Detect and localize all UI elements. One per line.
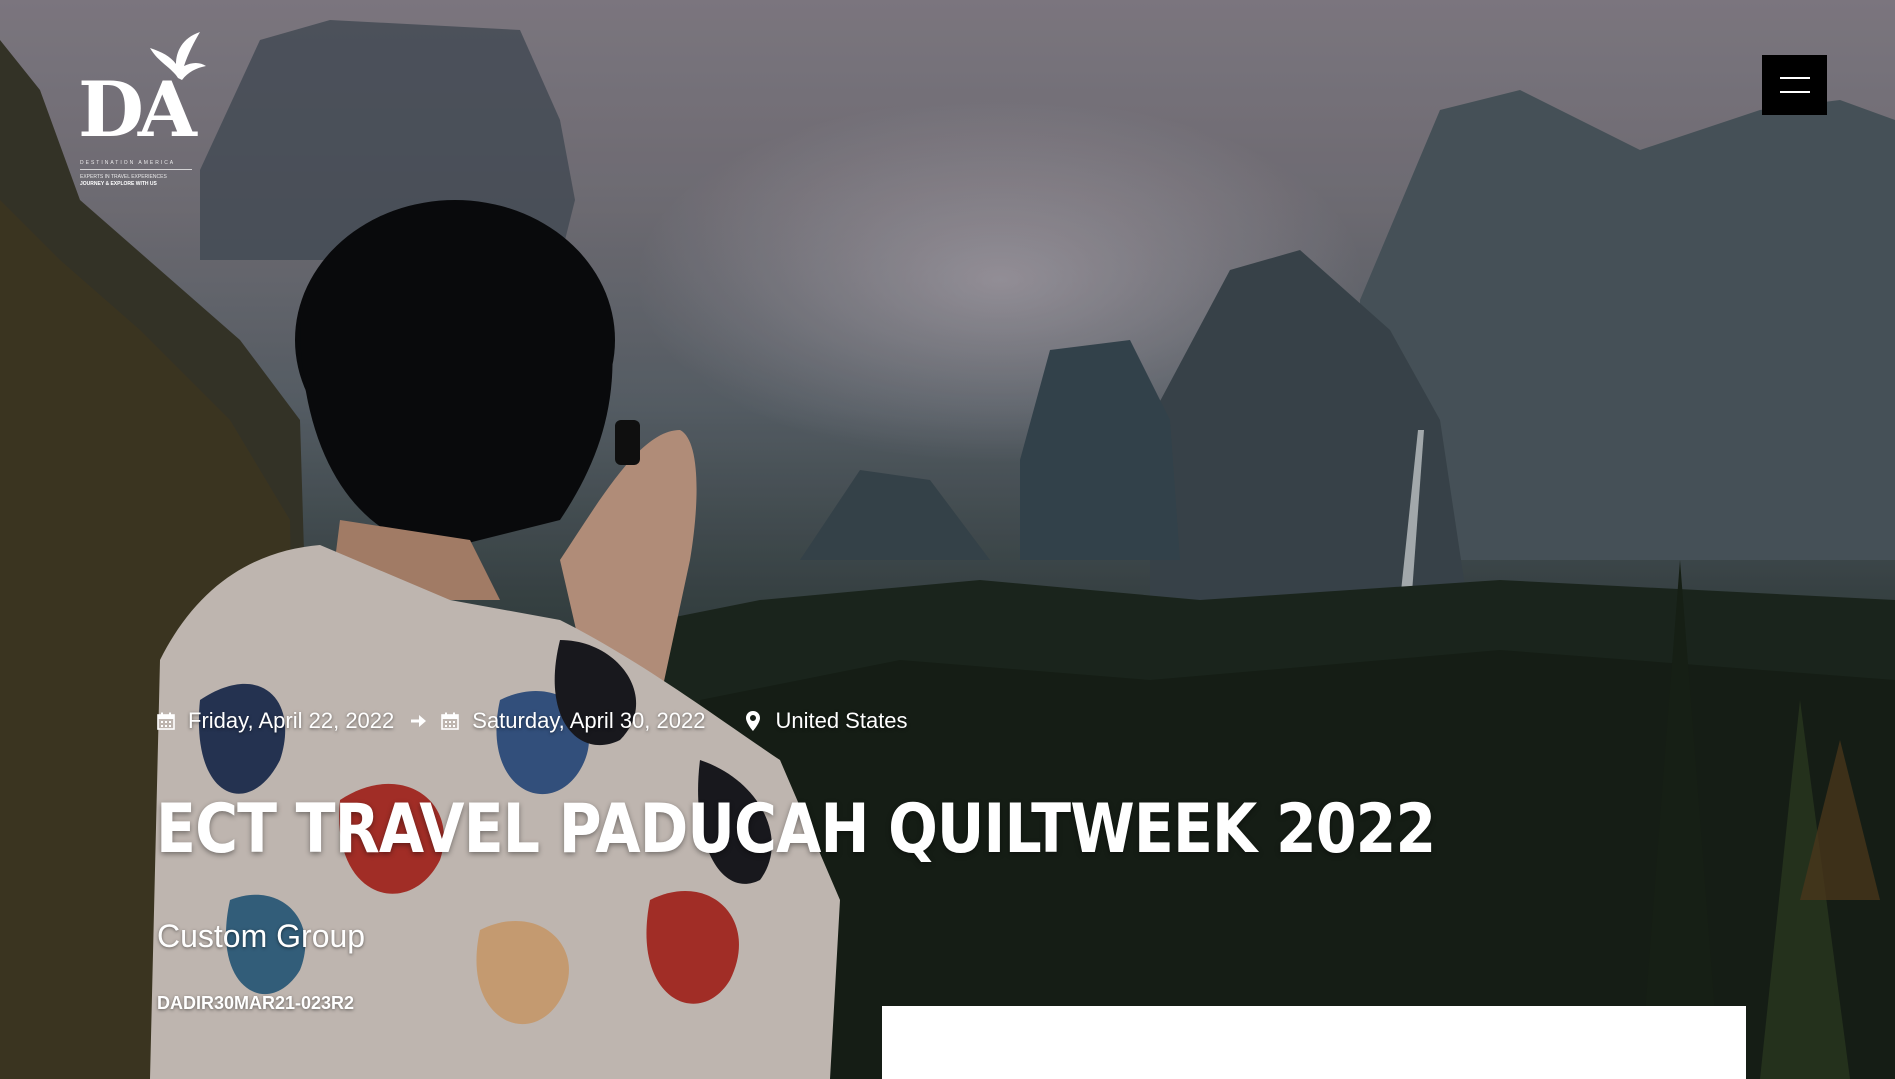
menu-button[interactable] [1762, 55, 1827, 115]
logo-tagline: EXPERTS IN TRAVEL EXPERIENCES [80, 174, 167, 180]
logo-slogan: JOURNEY & EXPLORE WITH US [80, 181, 157, 187]
hamburger-menu-icon [1780, 77, 1810, 79]
calendar-icon [440, 710, 460, 732]
arrow-right-icon [408, 710, 428, 732]
logo-mark: DA [78, 65, 197, 154]
hero-banner: DA DESTINATION AMERICA EXPERTS IN TRAVEL… [0, 0, 1895, 1079]
page-title: ECT TRAVEL PADUCAH QUILTWEEK 2022 [156, 790, 1436, 869]
booking-card [882, 1006, 1746, 1079]
trip-meta: Friday, April 22, 2022 Saturday, April 3… [156, 708, 908, 734]
map-marker-icon [743, 710, 763, 732]
start-date: Friday, April 22, 2022 [188, 708, 395, 733]
site-logo[interactable]: DA DESTINATION AMERICA EXPERTS IN TRAVEL… [78, 28, 210, 187]
calendar-icon [156, 710, 176, 732]
trip-type: Custom Group [157, 918, 366, 954]
hamburger-menu-icon-line [1780, 91, 1810, 93]
location: United States [775, 708, 908, 733]
trip-code: DADIR30MAR21-023R2 [157, 993, 355, 1013]
logo-divider [80, 169, 192, 170]
logo-brand-name: DESTINATION AMERICA [80, 160, 176, 166]
end-date: Saturday, April 30, 2022 [472, 708, 706, 733]
